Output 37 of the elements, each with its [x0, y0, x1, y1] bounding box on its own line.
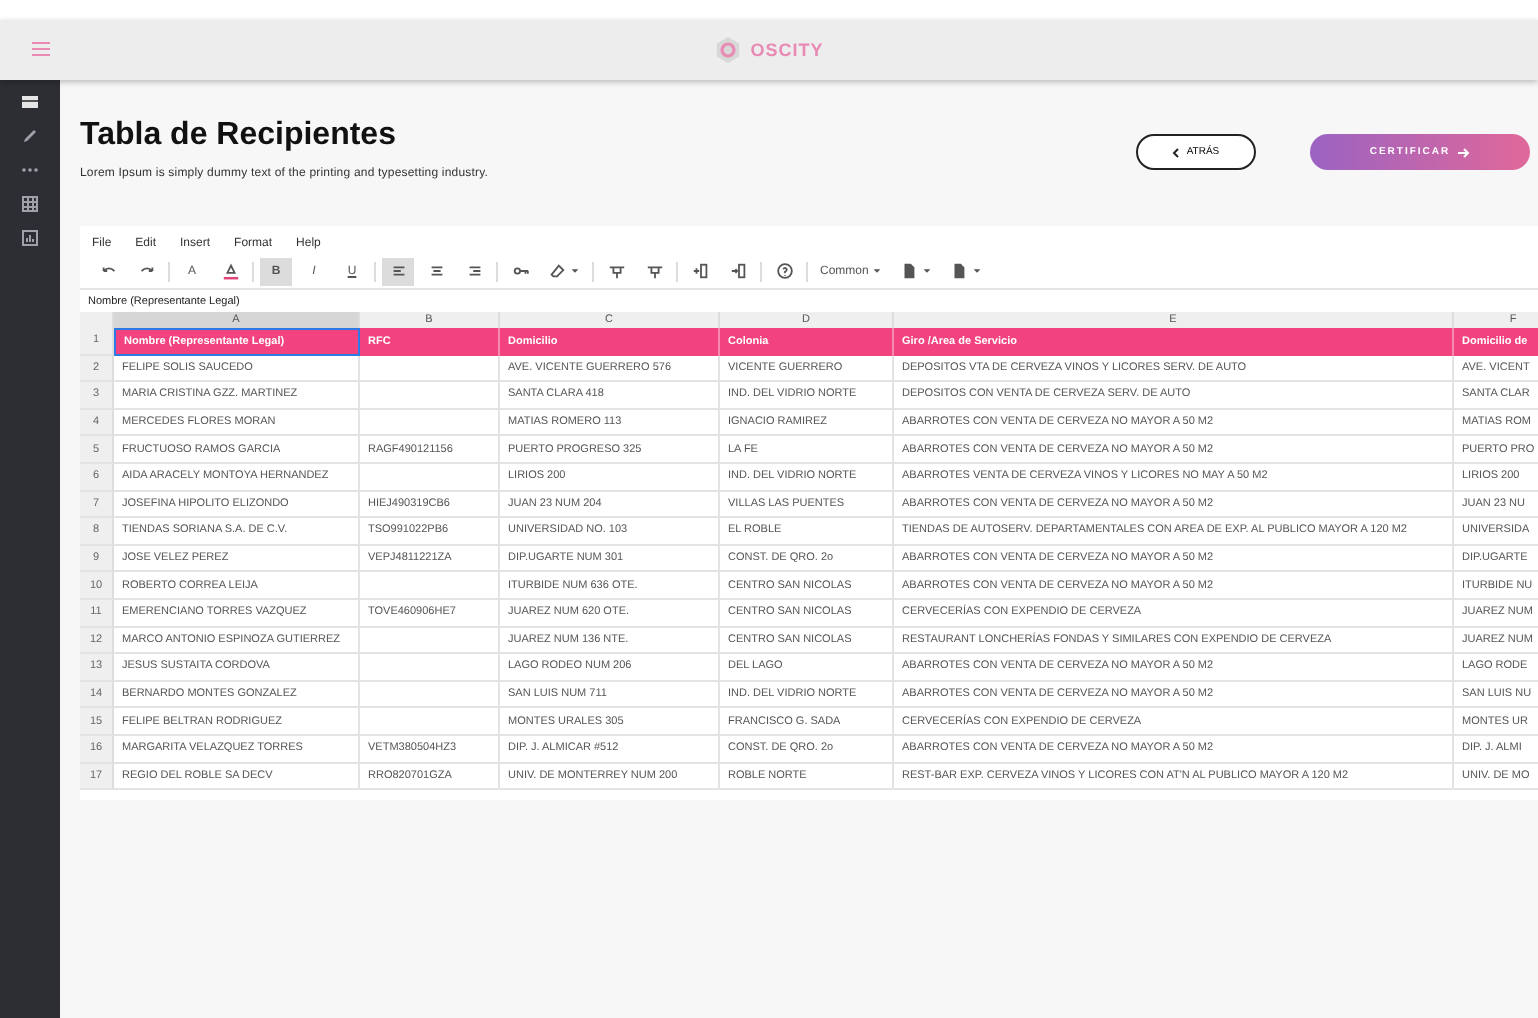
eraser-icon [548, 262, 566, 280]
filter-icon [607, 262, 625, 280]
help-icon [775, 262, 793, 280]
empty-cell[interactable] [360, 708, 500, 736]
empty-cell[interactable] [360, 382, 500, 410]
file-icon [900, 262, 919, 280]
file-icon [950, 262, 969, 280]
corner-cell[interactable] [80, 312, 114, 328]
align-left-icon [389, 262, 407, 280]
caret-icon [972, 266, 983, 276]
caret-icon [872, 266, 883, 276]
page-title: Tabla de Recipientes [80, 118, 398, 154]
chart-icon[interactable] [20, 228, 40, 248]
empty-cell[interactable] [360, 654, 500, 682]
filter-icon [645, 262, 663, 280]
caret-icon [570, 266, 580, 276]
empty-cell[interactable] [360, 409, 500, 437]
table-icon[interactable] [20, 92, 40, 112]
pencil-icon[interactable] [20, 126, 40, 146]
align-center-icon [427, 262, 445, 280]
logo-icon [714, 36, 743, 64]
chevron-left-icon [1172, 147, 1181, 157]
align-left-button[interactable] [382, 257, 414, 285]
logo-text: OSCITY [750, 40, 824, 60]
grid-icon[interactable] [20, 194, 40, 214]
caret-icon [922, 266, 933, 276]
arrow-right-icon [1458, 147, 1471, 157]
key-icon [511, 262, 529, 280]
empty-cell[interactable] [360, 681, 500, 709]
insert-column-icon [729, 262, 747, 280]
empty-cell[interactable] [360, 463, 500, 492]
empty-cell[interactable] [360, 627, 500, 655]
fill-color-icon [221, 262, 239, 280]
insert-column-icon [691, 262, 709, 280]
align-right-icon [465, 262, 483, 280]
empty-cell[interactable] [360, 355, 500, 383]
empty-cell[interactable] [360, 572, 500, 600]
